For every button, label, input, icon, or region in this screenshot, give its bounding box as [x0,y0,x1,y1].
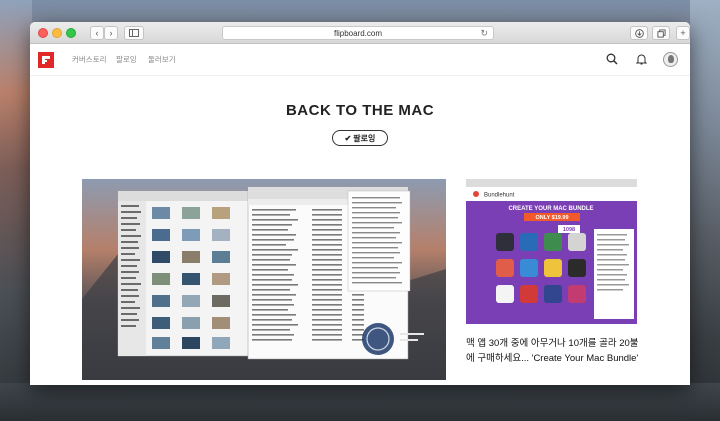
browser-window: ‹ › flipboard.com ↻ + 커버스토리 팔로잉 둘러보기 BAC… [30,22,690,385]
desktop-wallpaper-right [690,0,720,421]
forward-icon[interactable]: › [104,26,118,40]
mac-desktop-screenshot [82,179,446,380]
avatar[interactable] [663,52,678,67]
search-icon[interactable] [604,51,620,67]
desktop-wallpaper-bottom [0,383,720,421]
article-image-right[interactable]: Bundlehunt CREATE YOUR MAC BUNDLE ONLY $… [466,179,637,324]
nav-following[interactable]: 팔로잉 [116,54,137,65]
bundle-count: 1098 [563,227,575,233]
bundle-heading: CREATE YOUR MAC BUNDLE [508,206,593,212]
minimize-window-button[interactable] [52,28,62,38]
follow-button[interactable]: ✔ 팔로잉 [332,130,388,146]
desktop-wallpaper-left [0,0,32,421]
bundlehunt-logo-text: Bundlehunt [484,193,515,199]
sidebar-toggle-icon[interactable] [124,26,144,40]
site-navbar: 커버스토리 팔로잉 둘러보기 [30,44,690,76]
back-icon[interactable]: ‹ [90,26,104,40]
reload-icon[interactable]: ↻ [480,28,488,39]
checkmark-icon: ✔ [344,133,352,143]
browser-titlebar: ‹ › flipboard.com ↻ + [30,22,690,44]
address-bar[interactable]: flipboard.com ↻ [222,26,494,40]
article-title-right[interactable]: 맥 앱 30개 중에 아무거나 10개를 골라 20불에 구매하세요... 'C… [466,336,642,366]
download-icon[interactable] [630,26,648,40]
close-window-button[interactable] [38,28,48,38]
nav-cover-stories[interactable]: 커버스토리 [72,54,107,65]
flipboard-logo[interactable] [38,52,54,68]
nav-explore[interactable]: 둘러보기 [148,54,176,65]
price-badge: ONLY $19.99 [535,215,568,221]
zoom-window-button[interactable] [66,28,76,38]
new-tab-icon[interactable]: + [676,26,690,40]
url-text: flipboard.com [333,28,383,38]
article-image-left[interactable] [82,179,446,380]
page-title: BACK TO THE MAC [285,102,435,119]
bell-icon[interactable] [633,51,649,67]
tabs-overview-icon[interactable] [652,26,670,40]
follow-button-label: 팔로잉 [353,133,376,143]
bundlehunt-screenshot: Bundlehunt CREATE YOUR MAC BUNDLE ONLY $… [466,179,637,324]
